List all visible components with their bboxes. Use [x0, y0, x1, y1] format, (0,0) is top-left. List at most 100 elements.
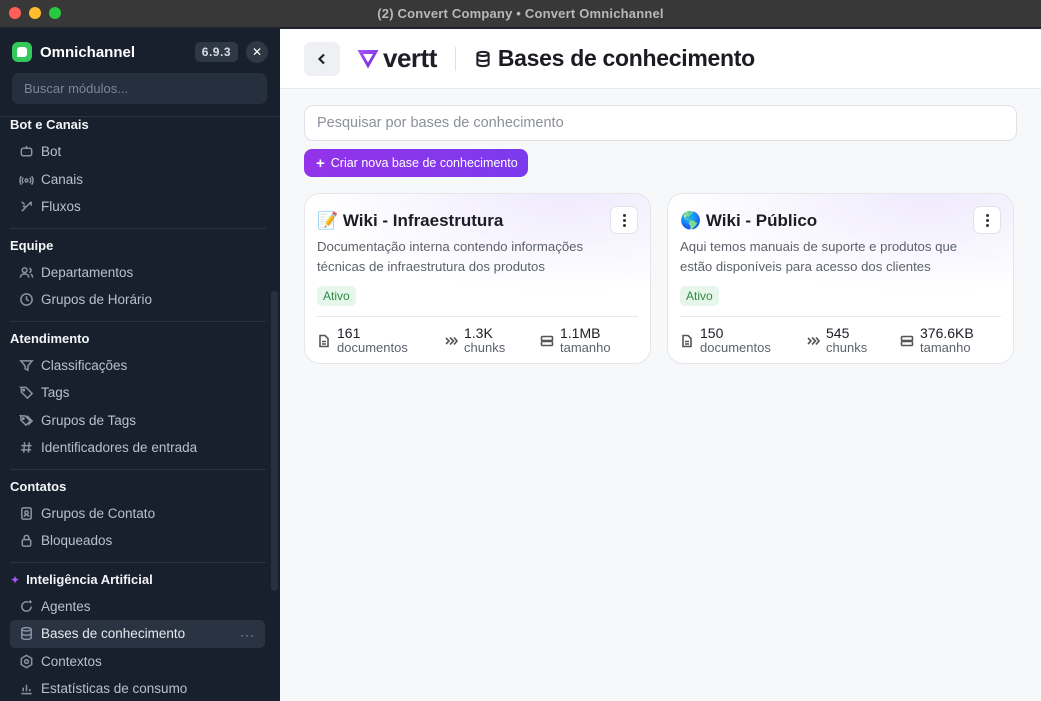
- document-icon: [319, 334, 329, 348]
- sidebar-item-label: Canais: [41, 171, 84, 187]
- sidebar-item-label: Classificações: [41, 357, 128, 373]
- stat-chunks: 545 chunks: [806, 325, 900, 355]
- knowledge-base-card[interactable]: 📝 Wiki - Infraestrutura Documentação int…: [304, 193, 651, 364]
- server-icon: [900, 335, 914, 347]
- nav-group-equipe: Equipe Departamentos Grupos de Horário: [0, 238, 280, 322]
- sparkle-icon: ✦: [10, 572, 21, 587]
- sidebar-item-label: Bloqueados: [41, 533, 113, 549]
- sidebar-item-label: Agentes: [41, 598, 91, 614]
- bot-icon: [18, 144, 34, 160]
- stat-documents: 161 documentos: [317, 325, 444, 355]
- page-title-group: Bases de conhecimento: [474, 45, 755, 72]
- sidebar: Omnichannel 6.9.3 ✕ Bot e Canais Bot Can…: [0, 29, 280, 701]
- hexagon-icon: [18, 653, 34, 669]
- brand-name: Omnichannel: [40, 43, 136, 61]
- card-stats: 161 documentos 1.3K chunks 1.1MB tamanho: [317, 325, 638, 355]
- tags-icon: [18, 412, 34, 428]
- sidebar-item-agentes[interactable]: Agentes: [10, 593, 265, 621]
- vertt-logo-icon: [357, 49, 379, 68]
- create-knowledge-base-button[interactable]: + Criar nova base de conhecimento: [304, 149, 528, 177]
- stat-chunks: 1.3K chunks: [444, 325, 540, 355]
- sidebar-item-bot[interactable]: Bot: [10, 138, 265, 166]
- chart-icon: [18, 681, 34, 697]
- create-button-label: Criar nova base de conhecimento: [330, 156, 518, 170]
- lock-icon: [18, 533, 34, 549]
- sidebar-item-identificadores[interactable]: Identificadores de entrada: [10, 434, 265, 462]
- window-title: (2) Convert Company • Convert Omnichanne…: [377, 6, 664, 21]
- stat-size: 376.6KB tamanho: [900, 325, 974, 355]
- module-search-input[interactable]: [12, 73, 267, 104]
- sidebar-item-classificacoes[interactable]: Classificações: [10, 352, 265, 380]
- close-sidebar-button[interactable]: ✕: [246, 41, 268, 63]
- sidebar-item-label: Bot: [41, 144, 62, 160]
- more-options-icon[interactable]: ···: [240, 628, 255, 642]
- sidebar-item-bases-conhecimento[interactable]: Bases de conhecimento ···: [10, 620, 265, 648]
- nav-group-title: Contatos: [10, 478, 67, 494]
- main-content: vertt Bases de conhecimento + Criar nova…: [280, 29, 1041, 701]
- sidebar-item-fluxos[interactable]: Fluxos: [10, 193, 265, 221]
- agent-icon: [18, 598, 34, 614]
- broadcast-icon: [18, 171, 34, 187]
- sidebar-item-grupos-tags[interactable]: Grupos de Tags: [10, 407, 265, 435]
- database-icon: [18, 626, 34, 642]
- sidebar-item-grupos-horario[interactable]: Grupos de Horário: [10, 286, 265, 314]
- minimize-window-button[interactable]: [29, 7, 41, 19]
- page-header: vertt Bases de conhecimento: [280, 29, 1041, 89]
- sidebar-item-departamentos[interactable]: Departamentos: [10, 259, 265, 287]
- sidebar-item-label: Fluxos: [41, 199, 81, 215]
- sidebar-item-label: Grupos de Contato: [41, 505, 156, 521]
- server-icon: [540, 335, 554, 347]
- close-window-button[interactable]: [9, 7, 21, 19]
- sidebar-item-grupos-contato[interactable]: Grupos de Contato: [10, 500, 265, 528]
- stat-documents: 150 documentos: [680, 325, 806, 355]
- sidebar-item-contextos[interactable]: Contextos: [10, 648, 265, 676]
- status-badge: Ativo: [317, 286, 356, 306]
- sidebar-item-label: Tags: [41, 385, 70, 401]
- chunks-icon: [445, 336, 458, 346]
- card-stats: 150 documentos 545 chunks 376.6KB tamanho: [680, 325, 1001, 355]
- vertt-logo-text: vertt: [383, 43, 437, 73]
- status-badge: Ativo: [680, 286, 719, 306]
- sidebar-item-label: Grupos de Horário: [41, 292, 153, 308]
- card-title: 📝 Wiki - Infraestrutura: [317, 211, 504, 230]
- hash-icon: [18, 440, 34, 456]
- card-title: 🌎 Wiki - Público: [680, 211, 818, 230]
- sidebar-item-bloqueados[interactable]: Bloqueados: [10, 527, 265, 555]
- tag-icon: [18, 385, 34, 401]
- users-icon: [18, 264, 34, 280]
- vertt-logo: vertt: [357, 43, 437, 74]
- nav-group-contatos: Contatos Grupos de Contato Bloqueados: [0, 478, 280, 563]
- sidebar-item-label: Estatísticas de consumo: [41, 681, 188, 697]
- plus-icon: +: [316, 154, 325, 172]
- database-icon: [476, 50, 490, 67]
- knowledge-base-search-input[interactable]: [304, 105, 1017, 141]
- window-controls: [9, 7, 61, 19]
- sidebar-item-estatisticas[interactable]: Estatísticas de consumo: [10, 675, 265, 701]
- back-button[interactable]: [304, 41, 340, 76]
- sidebar-nav: Bot e Canais Bot Canais Fluxos Equipe De: [0, 118, 280, 701]
- stat-size: 1.1MB tamanho: [540, 325, 611, 355]
- page-title: Bases de conhecimento: [497, 45, 755, 71]
- sidebar-item-label: Contextos: [41, 653, 102, 669]
- contact-book-icon: [18, 505, 34, 521]
- document-icon: [682, 334, 692, 348]
- sidebar-item-label: Grupos de Tags: [41, 412, 137, 428]
- chevron-left-icon: [317, 53, 325, 64]
- flow-icon: [18, 199, 34, 215]
- clock-icon: [18, 292, 34, 308]
- zoom-window-button[interactable]: [49, 7, 61, 19]
- nav-group-ia: ✦ Inteligência Artificial Agentes Bases …: [0, 571, 280, 701]
- knowledge-base-card[interactable]: 🌎 Wiki - Público Aqui temos manuais de s…: [667, 193, 1014, 364]
- sidebar-header: Omnichannel 6.9.3 ✕: [0, 29, 280, 117]
- card-description: Documentação interna contendo informaçõe…: [317, 239, 584, 274]
- version-badge: 6.9.3: [194, 42, 238, 62]
- nav-group-title: ✦ Inteligência Artificial: [10, 571, 280, 587]
- chunks-icon: [807, 336, 820, 346]
- sidebar-item-canais[interactable]: Canais: [10, 166, 265, 194]
- omnichannel-logo-icon: [12, 42, 32, 62]
- window-titlebar: (2) Convert Company • Convert Omnichanne…: [0, 0, 1041, 28]
- nav-group-title: Atendimento: [10, 330, 90, 346]
- nav-group-title-text: Inteligência Artificial: [26, 571, 153, 587]
- sidebar-item-tags[interactable]: Tags: [10, 379, 265, 407]
- filter-icon: [18, 357, 34, 373]
